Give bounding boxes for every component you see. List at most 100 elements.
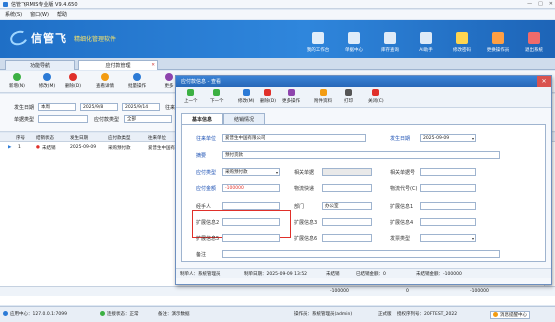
date-field[interactable]: 2025-09-09 ▾ — [420, 134, 476, 142]
paytype-select[interactable]: 采购预付款 ▾ — [222, 168, 280, 176]
edit-icon — [43, 73, 51, 81]
window-titlebar: 信管飞RMIS专业版 V9.4.650 — □ ✕ — [0, 0, 555, 9]
tab-function-nav[interactable]: 功能导航 — [5, 60, 75, 70]
maker-text: 制单人：系统管理员 — [180, 272, 221, 277]
total-unsettled: -100000 — [470, 289, 489, 294]
menu-system[interactable]: 系统(S) — [5, 11, 22, 18]
window-title: 信管飞RMIS专业版 V9.4.650 — [11, 1, 78, 8]
close-icon[interactable]: ✕ — [549, 1, 553, 7]
more-icon — [165, 73, 173, 81]
ext2-field[interactable] — [222, 218, 280, 226]
close-icon — [372, 89, 380, 96]
nav-stock[interactable]: 库存查询 — [372, 22, 408, 56]
warehouse-icon — [384, 32, 396, 44]
tab-close-icon[interactable]: ✕ — [151, 63, 155, 68]
batch-button[interactable]: 批量操作 — [126, 73, 148, 91]
settle-status-text: 未结销 — [326, 272, 340, 277]
power-icon — [528, 32, 540, 44]
view-detail-button[interactable]: 查看详情 — [94, 73, 116, 91]
note-label: 备注 — [196, 252, 207, 258]
dialog-close-button[interactable]: 关闭(C) — [368, 89, 384, 106]
nav-password[interactable]: 修改密码 — [444, 22, 480, 56]
logistics-field[interactable] — [322, 184, 372, 192]
date-mode-select[interactable]: 本周 — [38, 103, 76, 111]
logistics-no-field[interactable] — [420, 184, 476, 192]
doc-type-select[interactable] — [38, 115, 88, 123]
related-no-label: 相关单据号 — [390, 170, 416, 176]
tab-payable[interactable]: 应付款管理 ✕ — [78, 60, 158, 70]
dialog-delete-button[interactable]: 删除(D) — [260, 89, 276, 106]
delete-button[interactable]: 删除(D) — [62, 73, 84, 91]
nav-ai[interactable]: AI助手 — [408, 22, 444, 56]
delete-icon — [264, 89, 272, 96]
brand-logo: 信管飞 精细化管理软件 — [8, 28, 116, 48]
dialog-toolbar: 上一个 下一个 修改(M) 删除(D) 更多操作 附件资料 打印 关闭(C) — [176, 87, 551, 108]
nav-doc-center[interactable]: 单据中心 — [336, 22, 372, 56]
logistics-no-label: 物流代号(C) — [390, 186, 418, 192]
prev-button[interactable]: 上一个 — [184, 89, 198, 106]
col-party: 往来单位 — [148, 136, 166, 141]
ext5-label: 扩展信息5 — [196, 236, 220, 242]
total-settled: 0 — [406, 289, 409, 294]
ext4-field[interactable] — [420, 218, 476, 226]
amount-field[interactable]: -100000 — [222, 184, 280, 192]
note-field[interactable] — [222, 250, 500, 258]
cell-no: 1 — [18, 145, 21, 150]
maximize-icon[interactable]: □ — [538, 1, 543, 7]
status-dot-icon: ● — [36, 145, 40, 150]
summary-field[interactable]: 预付货款 — [222, 151, 500, 159]
print-button[interactable]: 打印 — [344, 89, 353, 106]
dept-label: 部门 — [294, 204, 305, 210]
party-field[interactable]: 爱普生中国有限公司 — [222, 134, 366, 142]
party-label: 往来单位 — [196, 136, 217, 142]
tab-basic-info[interactable]: 基本信息 — [181, 113, 224, 124]
paytype-filter-select[interactable]: 全部 — [124, 115, 172, 123]
paytype-label: 应付类型 — [196, 170, 217, 176]
related-no-field[interactable] — [420, 168, 476, 176]
ext1-field[interactable] — [420, 202, 476, 210]
ext2-label: 扩展信息2 — [196, 220, 220, 226]
more-ops-button[interactable]: 更多操作 — [282, 89, 300, 106]
minimize-icon[interactable]: — — [527, 1, 532, 7]
date-from-input[interactable]: 2025/9/8 — [80, 103, 118, 111]
logo-mark-icon — [8, 28, 30, 48]
dialog-edit-button[interactable]: 修改(M) — [238, 89, 254, 106]
arrow-down-icon — [213, 89, 221, 96]
dialog-form: 往来单位 爱普生中国有限公司 发生日期 2025-09-09 ▾ 摘要 预付货款 … — [181, 124, 546, 262]
menu-window[interactable]: 窗口(W) — [30, 11, 49, 18]
app-icon — [3, 1, 8, 7]
batch-icon — [133, 73, 141, 81]
users-icon — [492, 32, 504, 44]
ext3-field[interactable] — [322, 218, 372, 226]
col-date: 发生日期 — [70, 136, 88, 141]
related-doc-label: 相关单据 — [294, 170, 315, 176]
handler-label: 经手人 — [196, 204, 212, 210]
edit-button[interactable]: 修改(M) — [36, 73, 58, 91]
settled-text: 已结销金额：0 — [356, 272, 386, 277]
dialog-close-icon[interactable]: ✕ — [537, 76, 551, 87]
remark-status: 备注：演示数据 — [158, 312, 190, 317]
related-doc-field[interactable] — [322, 168, 372, 176]
nav-switch-user[interactable]: 更换操作员 — [480, 22, 516, 56]
dropdown-arrow-icon: ▾ — [471, 136, 474, 141]
ext6-field[interactable] — [322, 234, 372, 242]
tab-settlement[interactable]: 结销情况 — [223, 113, 266, 124]
ext5-field[interactable] — [222, 234, 280, 242]
brand-name: 信管飞 — [31, 32, 67, 45]
nav-workbench[interactable]: 我的工作台 — [300, 22, 336, 56]
document-icon — [348, 32, 360, 44]
dept-field[interactable]: 办公室 — [322, 202, 372, 210]
more-ops-icon — [287, 89, 295, 96]
nav-exit[interactable]: 退出系统 — [516, 22, 552, 56]
add-button[interactable]: 新增(N) — [6, 73, 28, 91]
date-to-input[interactable]: 2025/9/14 — [122, 103, 160, 111]
message-center-button[interactable]: 消息提醒中心 — [490, 311, 530, 319]
arrow-up-icon — [187, 89, 195, 96]
next-button[interactable]: 下一个 — [210, 89, 224, 106]
invoice-select[interactable]: ▾ — [420, 234, 476, 242]
menu-bar: 系统(S) 窗口(W) 帮助 — [0, 10, 555, 19]
attachment-button[interactable]: 附件资料 — [314, 89, 332, 106]
menu-help[interactable]: 帮助 — [57, 11, 67, 18]
handler-field[interactable] — [222, 202, 280, 210]
ext3-label: 扩展信息3 — [294, 220, 318, 226]
